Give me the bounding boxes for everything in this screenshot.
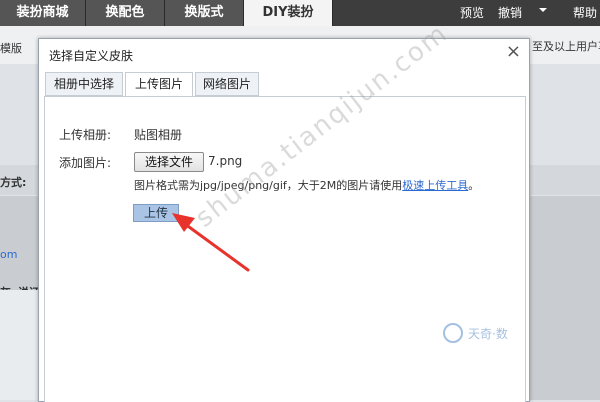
- watermark-logo-icon: [443, 323, 463, 343]
- annotation-arrow: [172, 213, 250, 272]
- watermark-logo-text: 天奇·数: [468, 327, 508, 341]
